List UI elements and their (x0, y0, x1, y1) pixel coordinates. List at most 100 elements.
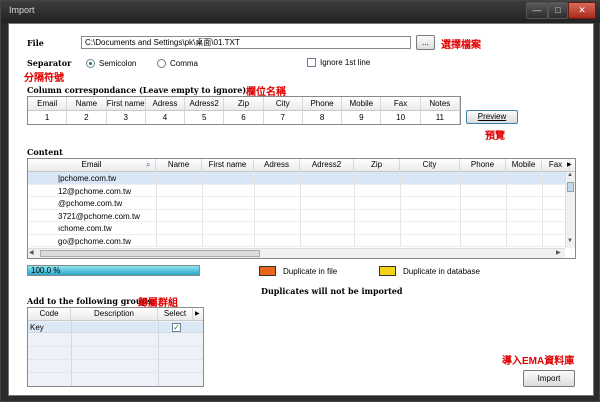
content-header-cell[interactable]: First name (202, 159, 254, 172)
table-row[interactable]: 12@pchome.com.tw (28, 184, 571, 197)
groups-scroll-right-icon[interactable]: ▶ (195, 310, 200, 317)
correspondence-header: Name (67, 97, 107, 111)
table-row[interactable]: ıchome.com.tw (28, 222, 571, 235)
content-header-cell[interactable]: Mobile (506, 159, 542, 172)
content-col-divider (460, 209, 461, 222)
correspondence-column-index[interactable]: 3 (107, 111, 146, 124)
correspondence-label: Column correspondance (Leave empty to ig… (27, 85, 247, 95)
content-header-cell[interactable]: Phone (460, 159, 506, 172)
table-row[interactable]: go@pchome.com.tw (28, 234, 571, 247)
content-col-divider (460, 234, 461, 247)
duplicate-in-file-label: Duplicate in file (283, 267, 338, 276)
groups-table: Code Description Select ▶ Key ✓ (27, 307, 204, 387)
content-header-cell[interactable]: Fax (542, 159, 570, 172)
search-icon[interactable]: ⌕ (146, 160, 150, 170)
content-col-divider (542, 234, 543, 247)
groups-row-line (28, 372, 203, 373)
progress-bar: 100.0 % (27, 265, 200, 276)
groups-col-divider (158, 321, 159, 386)
correspondence-column-index[interactable]: 1 (28, 111, 68, 124)
correspondence-header: Notes (420, 97, 460, 111)
file-path-input[interactable]: C:\Documents and Settings\pk\桌面\01.TXT (81, 36, 411, 49)
groups-row-select-checkbox[interactable]: ✓ (172, 323, 181, 332)
correspondence-header: Phone (302, 97, 343, 111)
correspondence-column-index[interactable]: 4 (146, 111, 186, 124)
correspondence-column-index[interactable]: 5 (185, 111, 225, 124)
correspondence-column-index[interactable]: 2 (67, 111, 107, 124)
scroll-up-icon[interactable]: ▲ (567, 172, 573, 178)
content-header-cell[interactable]: Zip (354, 159, 400, 172)
content-col-divider (460, 222, 461, 235)
content-col-divider (156, 172, 157, 185)
horizontal-scroll-thumb[interactable] (40, 250, 260, 257)
table-row[interactable]: |pchome.com.tw (28, 172, 571, 185)
content-header-cell[interactable]: City (400, 159, 460, 172)
ignore-first-line-checkbox[interactable] (307, 58, 316, 67)
comma-label: Comma (170, 59, 199, 68)
correspondence-column-index[interactable]: 9 (342, 111, 382, 124)
groups-header-select[interactable]: Select (158, 308, 193, 321)
vertical-scroll-thumb[interactable] (567, 182, 574, 192)
content-col-divider (506, 184, 507, 197)
content-col-divider (400, 197, 401, 210)
content-col-divider (400, 184, 401, 197)
correspondence-header: Zip (224, 97, 264, 111)
browse-button[interactable]: ... (416, 35, 435, 50)
content-col-divider (300, 184, 301, 197)
table-row[interactable]: 3721@pchome.com.tw (28, 209, 571, 222)
scroll-down-icon[interactable]: ▼ (567, 238, 573, 244)
horizontal-scrollbar[interactable]: ◀ ▶ (28, 248, 565, 258)
dialog-body: File C:\Documents and Settings\pk\桌面\01.… (8, 23, 594, 396)
import-window: Import — □ ✕ File C:\Documents and Setti… (0, 0, 600, 402)
groups-header-code[interactable]: Code (28, 308, 71, 321)
groups-row-line (28, 346, 203, 347)
scroll-left-icon[interactable]: ◀ (29, 249, 34, 256)
correspondence-column-index[interactable]: 10 (381, 111, 421, 124)
content-col-divider (354, 209, 355, 222)
minimize-button[interactable]: — (526, 2, 548, 19)
content-scroll-right-icon[interactable]: ▶ (567, 161, 572, 168)
ignore-first-line-label: Ignore 1st line (320, 58, 371, 67)
close-button[interactable]: ✕ (568, 2, 596, 19)
scroll-right-icon[interactable]: ▶ (556, 249, 561, 256)
separator-annotation: 分隔符號 (24, 73, 64, 84)
content-header-cell[interactable]: Adress2 (300, 159, 354, 172)
content-col-divider (254, 197, 255, 210)
vertical-scrollbar[interactable]: ▲ ▼ (565, 172, 575, 248)
content-col-divider (506, 209, 507, 222)
preview-annotation: 預覽 (485, 131, 505, 142)
content-col-divider (254, 209, 255, 222)
duplicates-note: Duplicates will not be imported (261, 286, 403, 296)
content-col-divider (156, 209, 157, 222)
groups-header-description[interactable]: Description (71, 308, 158, 321)
import-button[interactable]: Import (523, 370, 575, 387)
content-col-divider (542, 184, 543, 197)
content-col-divider (400, 172, 401, 185)
duplicate-in-database-swatch (379, 266, 396, 276)
content-col-divider (506, 172, 507, 185)
content-header-cell[interactable]: Name (156, 159, 202, 172)
correspondence-column-index[interactable]: 6 (224, 111, 264, 124)
content-header-cell[interactable]: Adress (254, 159, 300, 172)
content-col-divider (542, 197, 543, 210)
duplicate-in-file-swatch (259, 266, 276, 276)
content-col-divider (254, 184, 255, 197)
content-col-divider (202, 209, 203, 222)
maximize-button[interactable]: □ (548, 2, 568, 19)
content-email-cell: ıchome.com.tw (58, 224, 112, 233)
content-header-cell[interactable]: Email (28, 159, 156, 172)
content-col-divider (156, 184, 157, 197)
correspondence-header: Adress (145, 97, 186, 111)
table-row[interactable]: @pchome.com.tw (28, 197, 571, 210)
file-label: File (27, 38, 44, 48)
correspondence-column-index[interactable]: 8 (303, 111, 343, 124)
title-bar[interactable]: Import — □ ✕ (1, 1, 600, 23)
correspondence-header: Mobile (342, 97, 382, 111)
correspondence-column-index[interactable]: 11 (421, 111, 460, 124)
groups-row[interactable]: Key ✓ (28, 322, 203, 333)
semicolon-radio[interactable] (86, 59, 95, 68)
correspondence-column-index[interactable]: 7 (264, 111, 303, 124)
content-rows: |pchome.com.tw 12@pchome.com.tw @pchome.co… (28, 172, 571, 248)
comma-radio[interactable] (157, 59, 166, 68)
preview-button[interactable]: Preview (466, 110, 518, 124)
